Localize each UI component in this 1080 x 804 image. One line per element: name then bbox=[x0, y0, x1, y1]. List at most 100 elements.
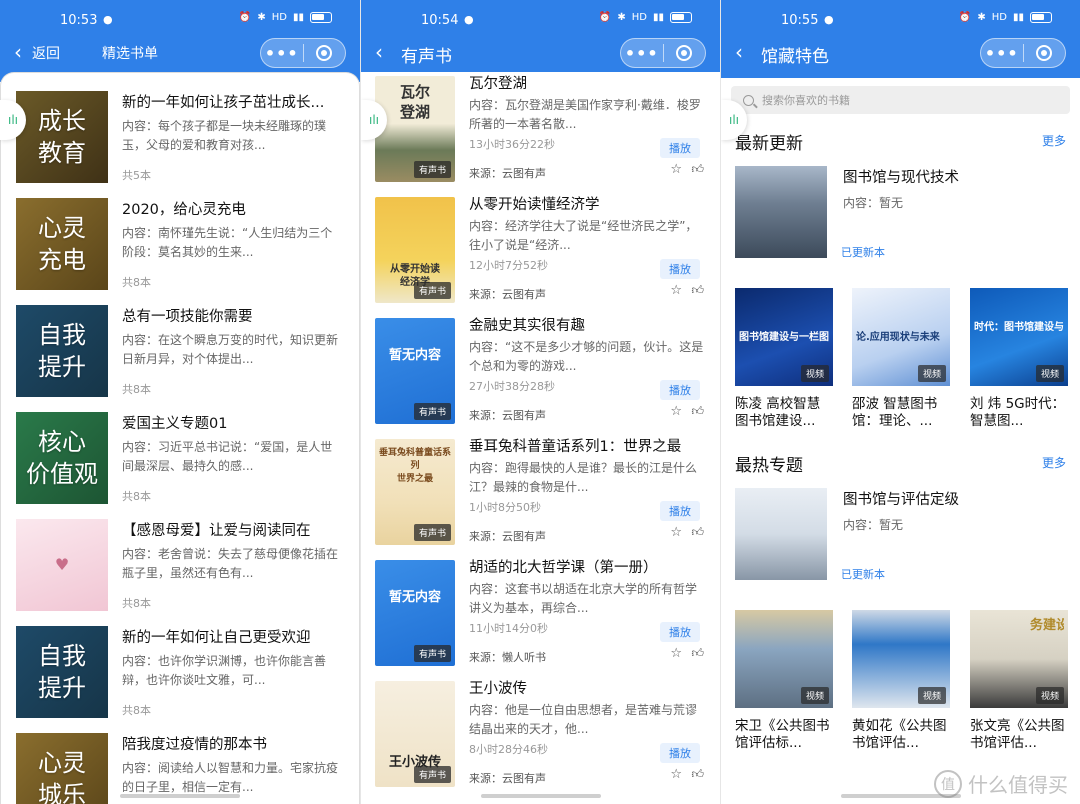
more-icon[interactable]: ••• bbox=[621, 44, 663, 63]
list-item[interactable]: 自我 提升 新的一年如何让自己更受欢迎 内容：也许你学识渊博，也许你能言善辩，也… bbox=[16, 626, 344, 718]
close-miniprogram-button[interactable] bbox=[664, 45, 706, 61]
featured-cover bbox=[735, 488, 827, 580]
screen-audiobooks: 10:54 ● ⏰ ✱ HD ▮▮ ‹ 有声书 ••• ılı 瓦尔 登湖 有声… bbox=[360, 0, 720, 804]
play-button[interactable]: 播放 bbox=[660, 380, 700, 400]
star-icon[interactable]: ☆ bbox=[670, 646, 682, 661]
more-link[interactable]: 更多 bbox=[1042, 132, 1066, 149]
featured-collection[interactable]: 图书馆与现代技术 内容：暂无 已更新本 bbox=[735, 166, 1066, 262]
back-icon[interactable]: ‹ bbox=[375, 41, 383, 63]
video-card[interactable]: 图书馆建设与一栏图书 视频 陈凌 高校智慧图书馆建设... bbox=[735, 288, 833, 430]
play-button[interactable]: 播放 bbox=[660, 743, 700, 763]
video-card[interactable]: 时代：图书馆建设与服务 视频 刘 炜 5G时代：智慧图... bbox=[970, 288, 1068, 430]
item-source: 来源：云图有声 bbox=[469, 409, 546, 422]
status-icons: ⏰ ✱ HD ▮▮ bbox=[239, 12, 332, 23]
site-watermark: 值 什么值得买 bbox=[934, 769, 1068, 798]
star-icon[interactable]: ☆ bbox=[670, 162, 682, 177]
alarm-icon: ⏰ bbox=[598, 12, 612, 23]
thumbs-up-icon[interactable]: 👍︎ bbox=[691, 525, 704, 540]
play-button[interactable]: 播放 bbox=[660, 622, 700, 642]
play-button[interactable]: 播放 bbox=[660, 259, 700, 279]
list-item[interactable]: 核心 价值观 爱国主义专题01 内容：习近平总书记说：“爱国，是人世间最深层、最… bbox=[16, 412, 344, 504]
item-desc: 内容：老舍曾说：失去了慈母便像花插在瓶子里，虽然还有色有... bbox=[122, 547, 339, 580]
nav-bar: ‹ 有声书 ••• bbox=[361, 38, 720, 72]
cover-text: 瓦尔 登湖 bbox=[399, 83, 430, 121]
home-indicator bbox=[120, 794, 240, 798]
thumbs-up-icon[interactable]: 👍︎ bbox=[691, 646, 704, 661]
list-item[interactable]: 成长 教育 新的一年如何让孩子茁壮成长... 内容：每个孩子都是一块未经雕琢的璞… bbox=[16, 91, 344, 183]
video-thumbnail: 时代：图书馆建设与服务 视频 bbox=[970, 288, 1068, 386]
item-desc: 内容：在这个瞬息万变的时代，知识更新日新月异，对个体提出... bbox=[122, 333, 339, 366]
more-icon[interactable]: ••• bbox=[261, 44, 303, 63]
signal-icon: ▮▮ bbox=[292, 12, 304, 23]
bluetooth-icon: ✱ bbox=[257, 12, 266, 23]
list-item[interactable]: ♥ 【感恩母爱】让爱与阅读同在 内容：老舍曾说：失去了慈母便像花插在瓶子里，虽然… bbox=[16, 519, 344, 611]
item-title: 金融史其实很有趣 bbox=[469, 318, 585, 334]
list-item[interactable]: 垂耳兔科普童话系列 世界之最 有声书 垂耳兔科普童话系列1：世界之最 内容：跑得… bbox=[375, 439, 708, 547]
featured-title: 图书馆与评估定级 bbox=[843, 492, 959, 508]
list-item[interactable]: 心灵 充电 2020，给心灵充电 内容：南怀瑾先生说：“人生归结为三个阶段：莫名… bbox=[16, 198, 344, 290]
close-miniprogram-button[interactable] bbox=[304, 45, 346, 61]
hd-icon: HD bbox=[991, 12, 1007, 23]
featured-collection[interactable]: 图书馆与评估定级 内容：暂无 已更新本 bbox=[735, 488, 1066, 584]
list-item[interactable]: 从零开始读 经济学 有声书 从零开始读懂经济学 内容：经济学往大了说是“经世济民… bbox=[375, 197, 708, 305]
thumbs-up-icon[interactable]: 👍︎ bbox=[691, 162, 704, 177]
search-icon bbox=[743, 94, 754, 106]
list-item[interactable]: 暂无内容 有声书 金融史其实很有趣 内容：“这不是多少才够的问题，伙计。这是个总… bbox=[375, 318, 708, 426]
video-card[interactable]: 务建设 视频 张文亮《公共图书馆评估... bbox=[970, 610, 1068, 752]
cover-text: 核心 价值观 bbox=[26, 428, 98, 488]
item-title: 垂耳兔科普童话系列1：世界之最 bbox=[469, 439, 682, 455]
miniprogram-capsule: ••• bbox=[620, 38, 706, 68]
star-icon[interactable]: ☆ bbox=[670, 525, 682, 540]
search-input[interactable]: 搜索你喜欢的书籍 bbox=[731, 86, 1070, 114]
more-link[interactable]: 更多 bbox=[1042, 454, 1066, 471]
video-caption: 刘 炜 5G时代：智慧图... bbox=[970, 396, 1066, 429]
thumbnail-text: 图书馆建设与一栏图书 bbox=[739, 332, 829, 343]
list-item[interactable]: 瓦尔 登湖 有声书 瓦尔登湖 内容：瓦尔登湖是美国作家亨利·戴维．梭罗所著的一本… bbox=[375, 76, 708, 184]
status-time: 10:54 bbox=[421, 13, 459, 28]
booklist-cover: 心灵 充电 bbox=[16, 198, 108, 290]
video-card[interactable]: 论.应用现状与未来 视频 邵波 智慧图书馆：理论、... bbox=[852, 288, 950, 430]
cover-text: 心灵 充电 bbox=[38, 214, 86, 274]
thumbs-up-icon[interactable]: 👍︎ bbox=[691, 283, 704, 298]
star-icon[interactable]: ☆ bbox=[670, 767, 682, 782]
audiobook-badge: 有声书 bbox=[413, 766, 451, 783]
video-card[interactable]: 视频 宋卫《公共图书馆评估标... bbox=[735, 610, 833, 752]
bluetooth-icon: ✱ bbox=[617, 12, 626, 23]
close-miniprogram-button[interactable] bbox=[1024, 45, 1066, 61]
play-button[interactable]: 播放 bbox=[660, 501, 700, 521]
signal-icon: ▮▮ bbox=[1012, 12, 1024, 23]
list-item[interactable]: 暂无内容 有声书 胡适的北大哲学课（第一册） 内容：这套书以胡适在北京大学的所有… bbox=[375, 560, 708, 668]
book-cover: 瓦尔 登湖 有声书 bbox=[375, 76, 455, 182]
chat-icon: ● bbox=[824, 13, 834, 26]
list-item[interactable]: 自我 提升 总有一项技能你需要 内容：在这个瞬息万变的时代，知识更新日新月异，对… bbox=[16, 305, 344, 397]
video-badge: 视频 bbox=[800, 365, 829, 382]
item-duration: 1小时8分50秒 bbox=[469, 501, 541, 514]
thumbs-up-icon[interactable]: 👍︎ bbox=[691, 767, 704, 782]
battery-icon bbox=[670, 12, 692, 23]
more-icon[interactable]: ••• bbox=[981, 44, 1023, 63]
chat-icon: ● bbox=[103, 13, 113, 26]
thumbs-up-icon[interactable]: 👍︎ bbox=[691, 404, 704, 419]
video-thumbnail: 视频 bbox=[852, 610, 950, 708]
item-title: 胡适的北大哲学课（第一册） bbox=[469, 560, 658, 576]
bluetooth-icon: ✱ bbox=[977, 12, 986, 23]
star-icon[interactable]: ☆ bbox=[670, 404, 682, 419]
video-caption: 陈凌 高校智慧图书馆建设... bbox=[735, 396, 821, 429]
header: 10:54 ● ⏰ ✱ HD ▮▮ ‹ 有声书 ••• bbox=[361, 0, 720, 72]
play-button[interactable]: 播放 bbox=[660, 138, 700, 158]
item-count: 共8本 bbox=[122, 276, 151, 289]
featured-status: 已更新本 bbox=[841, 568, 885, 581]
video-card[interactable]: 视频 黄如花《公共图书馆评估... bbox=[852, 610, 950, 752]
status-bar: 10:54 ● ⏰ ✱ HD ▮▮ bbox=[361, 0, 720, 38]
thumbnail-text: 论.应用现状与未来 bbox=[856, 332, 940, 343]
item-desc: 内容：这套书以胡适在北京大学的所有哲学讲义为基本，再综合... bbox=[469, 582, 698, 615]
item-title: 陪我度过疫情的那本书 bbox=[122, 737, 267, 753]
item-desc: 内容：瓦尔登湖是美国作家亨利·戴维．梭罗所著的一本著名散... bbox=[469, 98, 701, 131]
book-cover: 暂无内容 有声书 bbox=[375, 318, 455, 424]
battery-icon bbox=[1030, 12, 1052, 23]
list-item[interactable]: 王小波传 有声书 王小波传 内容：他是一位自由思想者，是苦难与荒谬结晶出来的天才… bbox=[375, 681, 708, 789]
back-icon[interactable]: ‹ bbox=[735, 41, 743, 63]
status-bar: 10:53 ● ⏰ ✱ HD ▮▮ bbox=[0, 0, 360, 38]
booklist-cover: 自我 提升 bbox=[16, 626, 108, 718]
star-icon[interactable]: ☆ bbox=[670, 283, 682, 298]
